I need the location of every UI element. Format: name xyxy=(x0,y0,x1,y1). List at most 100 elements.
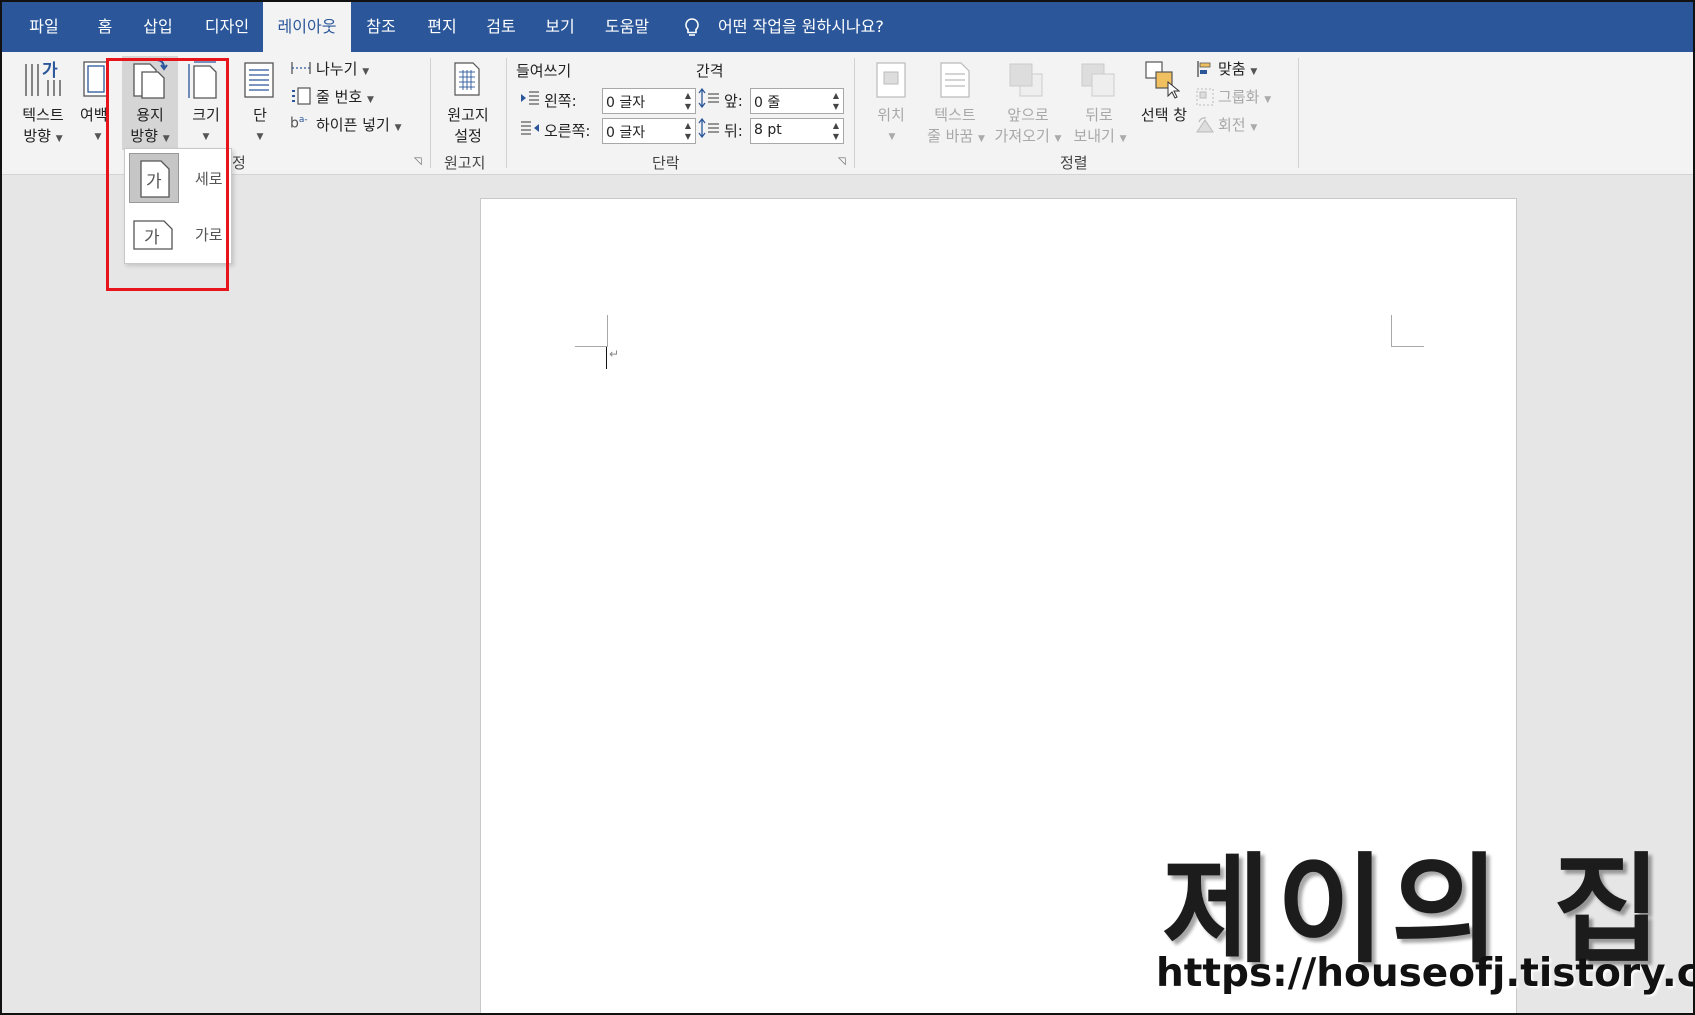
tab-insert[interactable]: 삽입 xyxy=(130,2,186,52)
group-separator xyxy=(854,58,855,168)
orientation-portrait-item[interactable]: 가 세로 xyxy=(127,151,229,205)
orientation-landscape-label: 가로 xyxy=(195,226,223,244)
spacing-before-label: 앞: xyxy=(724,92,743,110)
tab-design[interactable]: 디자인 xyxy=(192,2,262,52)
orientation-button[interactable]: 용지 방향 ▼ xyxy=(122,56,178,150)
dialog-launcher-icon[interactable]: ◹ xyxy=(414,156,422,167)
chevron-down-icon: ▼ xyxy=(94,132,102,142)
indent-right-label: 오른쪽: xyxy=(544,122,591,140)
spinner-arrows-icon[interactable]: ▲ ▼ xyxy=(833,120,839,142)
orientation-label-1: 용지 xyxy=(136,106,164,124)
indent-left-icon xyxy=(521,91,539,105)
wrap-text-icon xyxy=(940,62,970,98)
position-label: 위치 xyxy=(877,106,905,124)
spacing-after-input[interactable]: 8 pt ▲ ▼ xyxy=(750,118,844,144)
chevron-down-icon: ▼ xyxy=(55,134,63,144)
page-size-icon xyxy=(188,61,217,99)
align-icon xyxy=(1197,61,1211,77)
group-objects-icon xyxy=(1196,88,1214,106)
hyphenation-button[interactable]: ba- 하이픈 넣기 ▼ xyxy=(288,112,428,136)
spacing-before-input[interactable]: 0 줄 ▲ ▼ xyxy=(750,88,844,114)
columns-label: 단 xyxy=(253,106,267,124)
orientation-menu: 가 세로 가 가로 xyxy=(124,148,232,264)
indent-right-icon xyxy=(521,121,539,135)
group-separator xyxy=(430,58,431,168)
tab-references[interactable]: 참조 xyxy=(354,2,408,52)
group-separator xyxy=(506,58,507,168)
margins-label: 여백 xyxy=(80,106,108,124)
word-window: 파일 홈 삽입 디자인 레이아웃 참조 편지 검토 보기 도움말 어떤 작업을 … xyxy=(0,0,1695,1015)
tab-mailings[interactable]: 편지 xyxy=(414,2,470,52)
send-backward-icon xyxy=(1081,63,1115,97)
send-backward-label-2: 보내기 xyxy=(1073,127,1115,145)
hyphenation-label-wrap: 하이픈 넣기 ▼ xyxy=(316,114,401,135)
wrap-text-label-2: 줄 바꿈 xyxy=(927,127,974,145)
bring-forward-icon xyxy=(1009,63,1043,97)
text-direction-icon: 가 xyxy=(25,61,61,96)
margins-icon xyxy=(83,61,109,97)
group-separator xyxy=(1298,58,1299,168)
indent-right-value: 0 글자 xyxy=(606,125,646,141)
text-direction-label-2: 방향 xyxy=(23,127,51,145)
tell-me-text: 어떤 작업을 원하시나요? xyxy=(718,17,884,36)
chevron-down-icon: ▼ xyxy=(978,134,985,144)
wrap-text-label-1: 텍스트 xyxy=(934,106,976,124)
line-numbers-label: 줄 번호 xyxy=(316,88,363,106)
chevron-down-icon: ▼ xyxy=(202,132,210,142)
indent-left-label: 왼쪽: xyxy=(544,92,577,110)
spinner-arrows-icon[interactable]: ▲ ▼ xyxy=(685,90,691,112)
group-label: 그룹화 xyxy=(1218,88,1260,106)
spinner-arrows-icon[interactable]: ▲ ▼ xyxy=(685,120,691,142)
chevron-down-icon: ▼ xyxy=(1054,134,1062,144)
chevron-down-icon: ▼ xyxy=(366,95,374,105)
tab-view[interactable]: 보기 xyxy=(532,2,588,52)
tab-home[interactable]: 홈 xyxy=(80,2,130,52)
rotate-label-wrap: 회전 ▼ xyxy=(1218,114,1257,135)
wrap-text-label-2-wrap: 줄 바꿈 ▼ xyxy=(916,125,996,146)
lightbulb-icon xyxy=(685,18,699,36)
portrait-page-icon: 가 xyxy=(140,160,170,198)
manuscript-label-2: 설정 xyxy=(454,127,482,145)
hyphenation-label: 하이픈 넣기 xyxy=(316,116,390,134)
align-button[interactable]: 맞춤 ▼ xyxy=(1196,56,1296,80)
breaks-button[interactable]: 나누기 ▼ xyxy=(288,56,428,80)
tell-me-search[interactable]: 어떤 작업을 원하시나요? xyxy=(682,2,884,52)
group-button[interactable]: 그룹화 ▼ xyxy=(1196,84,1296,108)
indent-left-value: 0 글자 xyxy=(606,95,646,111)
indent-left-input[interactable]: 0 글자 ▲ ▼ xyxy=(602,88,696,114)
group-label-wrap: 그룹화 ▼ xyxy=(1218,86,1271,107)
manuscript-group-label: 원고지 xyxy=(444,154,486,172)
portrait-glyph: 가 xyxy=(146,172,162,192)
hyphenation-icon: ba- xyxy=(290,115,308,132)
landscape-glyph: 가 xyxy=(144,228,160,248)
selection-pane-label: 선택 창 xyxy=(1140,106,1188,124)
orientation-landscape-item[interactable]: 가 가로 xyxy=(127,207,229,261)
tab-review[interactable]: 검토 xyxy=(474,2,528,52)
chevron-down-icon: ▼ xyxy=(362,67,370,77)
paragraph-mark: ↵ xyxy=(609,347,620,361)
chevron-down-icon: ▼ xyxy=(162,134,170,144)
spinner-arrows-icon[interactable]: ▲ ▼ xyxy=(833,90,839,112)
indent-right-input[interactable]: 0 글자 ▲ ▼ xyxy=(602,118,696,144)
rotate-button[interactable]: 회전 ▼ xyxy=(1196,112,1296,136)
paragraph-group-label: 단락 xyxy=(652,154,680,172)
text-direction-label-1: 텍스트 xyxy=(22,106,64,124)
chevron-down-icon: ▼ xyxy=(394,123,402,133)
watermark-url: https://houseofj.tistory.com/ xyxy=(1156,951,1693,996)
spacing-after-label: 뒤: xyxy=(724,122,743,140)
send-backward-label-1: 뒤로 xyxy=(1085,106,1113,124)
portrait-icon-box: 가 xyxy=(129,153,179,203)
manuscript-icon xyxy=(454,62,480,96)
margin-corner-top-left xyxy=(575,315,608,347)
margin-corner-top-right xyxy=(1391,315,1424,347)
dialog-launcher-icon[interactable]: ◹ xyxy=(838,156,846,167)
tab-layout[interactable]: 레이아웃 xyxy=(263,2,351,53)
line-numbers-button[interactable]: 줄 번호 ▼ xyxy=(288,84,428,108)
orientation-icon xyxy=(133,59,168,99)
manuscript-label-1: 원고지 xyxy=(447,106,489,124)
tab-help[interactable]: 도움말 xyxy=(594,2,660,52)
columns-icon xyxy=(244,62,274,98)
tab-file[interactable]: 파일 xyxy=(16,2,72,52)
arrange-group-label: 정렬 xyxy=(1060,154,1088,172)
send-backward-label-2-wrap: 보내기 ▼ xyxy=(1064,125,1136,146)
